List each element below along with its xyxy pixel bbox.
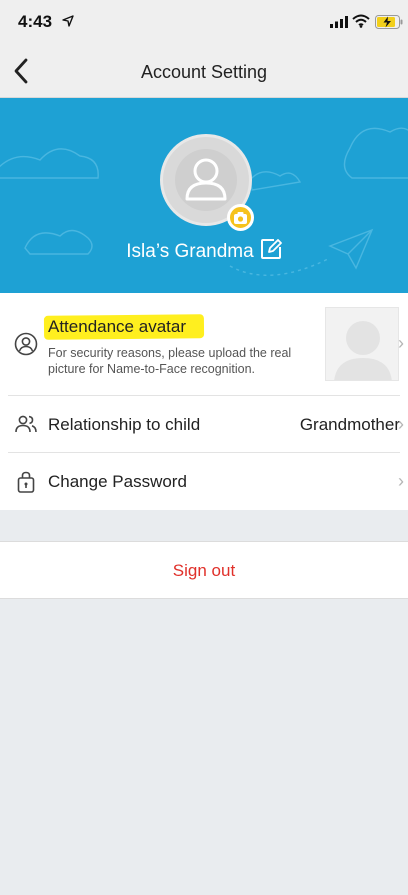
camera-icon [234,212,247,224]
edit-icon[interactable] [260,238,282,260]
relationship-title: Relationship to child [48,415,201,434]
settings-list: Attendance avatar For security reasons, … [0,293,408,510]
lock-icon [17,471,35,493]
attendance-avatar-title: Attendance avatar [48,317,186,336]
page-title: Account Setting [140,62,268,82]
chevron-right-icon: › [398,414,404,434]
profile-name: Isla’s Grandma [126,241,254,262]
battery-charging-icon [375,15,403,29]
attendance-avatar-row[interactable]: Attendance avatar For security reasons, … [8,293,404,396]
change-password-title: Change Password [48,472,187,491]
wifi-icon [352,14,370,28]
chevron-right-icon: › [398,471,404,491]
chevron-right-icon: › [398,333,404,353]
people-icon [15,415,37,433]
camera-button[interactable] [227,204,254,231]
user-placeholder-icon [185,158,227,201]
sign-out-label: Sign out [172,561,236,580]
person-silhouette-icon [334,321,392,380]
attendance-avatar-description: For security reasons, please upload the … [48,346,292,376]
attendance-avatar-thumbnail[interactable] [325,307,399,381]
relationship-value: Grandmother [299,415,400,434]
sign-out-button[interactable]: Sign out [0,541,408,599]
navigation-bar: Account Setting [0,46,408,98]
location-arrow-icon [62,15,74,27]
status-time: 4:43 [18,12,53,31]
cellular-signal-icon [330,16,348,28]
profile-name-row[interactable]: Isla’s Grandma [0,238,408,263]
status-bar: 4:43 [0,0,408,46]
relationship-row[interactable]: Relationship to child Grandmother › [8,396,404,453]
user-circle-icon [14,332,38,356]
change-password-row[interactable]: Change Password › [8,453,404,510]
profile-header: Isla’s Grandma [0,98,408,293]
